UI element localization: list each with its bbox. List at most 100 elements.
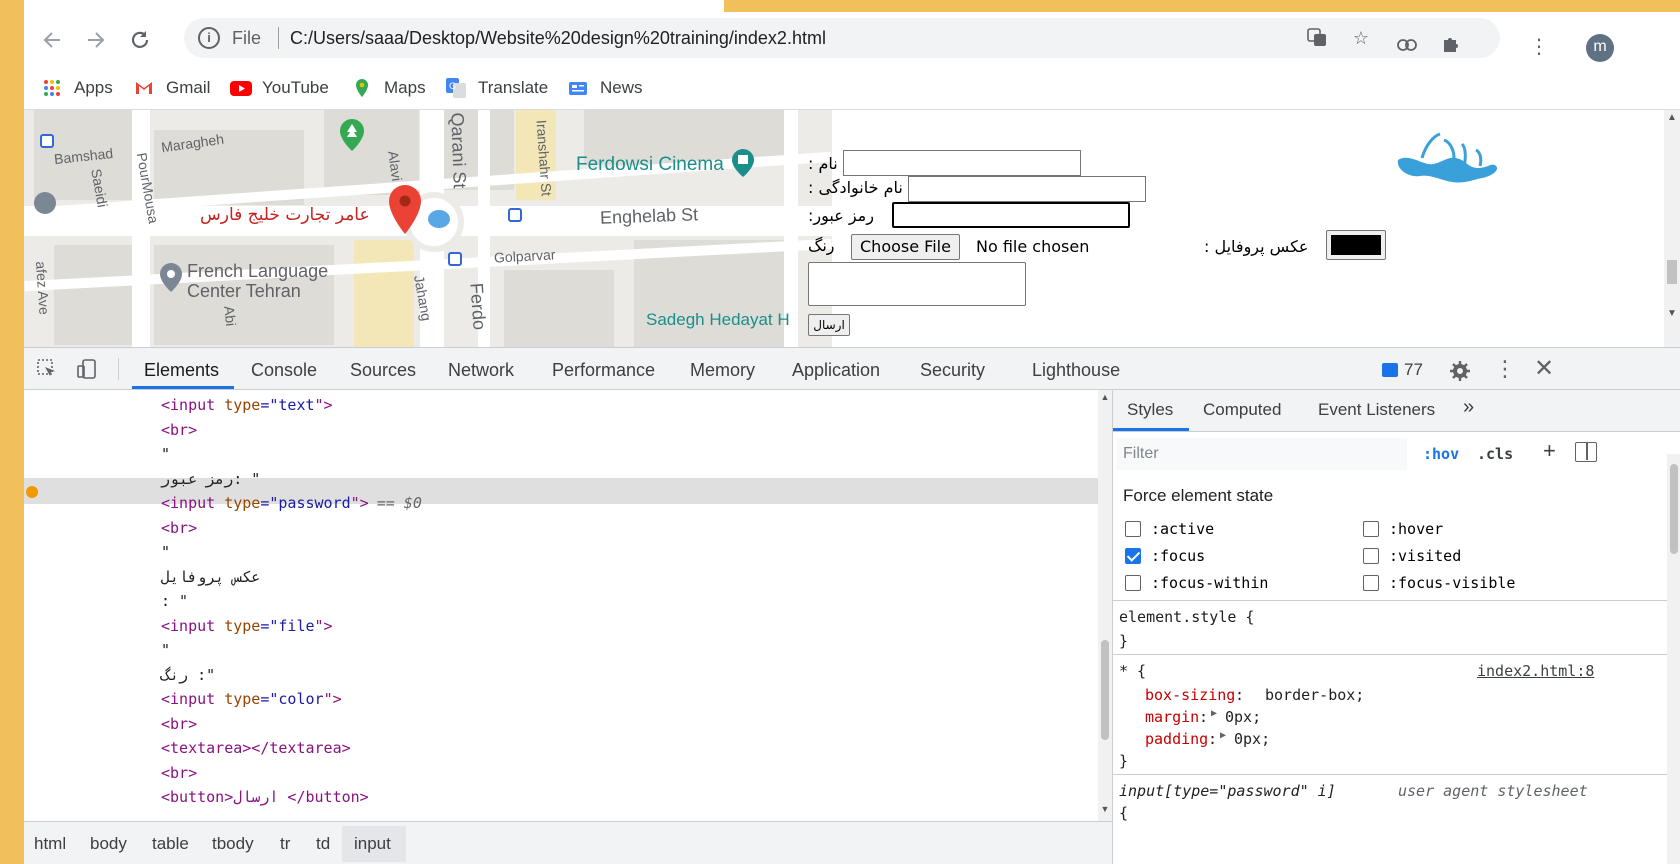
state-hover-checkbox[interactable] (1363, 521, 1379, 537)
breadcrumb-item[interactable]: body (90, 834, 127, 854)
dom-line[interactable]: " (161, 541, 170, 563)
property-value[interactable]: border-box; (1265, 686, 1364, 704)
breadcrumb-item[interactable]: table (152, 834, 189, 854)
bookmark-translate[interactable]: G Translate (446, 76, 548, 100)
bookmark-star-icon[interactable]: ☆ (1350, 27, 1372, 49)
tab-memory[interactable]: Memory (690, 360, 755, 381)
family-input[interactable] (908, 176, 1146, 202)
kebab-menu-icon[interactable]: ⋮ (1526, 34, 1552, 60)
place-marker-icon[interactable] (158, 262, 184, 299)
breadcrumb-item[interactable]: tbody (212, 834, 254, 854)
dom-line[interactable]: <br> (161, 713, 197, 735)
cls-toggle[interactable]: .cls (1477, 445, 1513, 463)
state-visited-checkbox[interactable] (1363, 548, 1379, 564)
location-pin-icon[interactable] (388, 184, 422, 241)
dom-line[interactable]: <input type="color"> (161, 688, 342, 710)
bookmark-news[interactable]: News (568, 76, 643, 100)
styles-filter[interactable]: Filter (1117, 438, 1407, 470)
tab-security[interactable]: Security (920, 360, 985, 381)
breadcrumb-item[interactable]: tr (280, 834, 290, 854)
settings-gear-icon[interactable] (1449, 360, 1471, 387)
rule-source-link[interactable]: index2.html:8 (1477, 662, 1594, 680)
color-picker[interactable] (1326, 230, 1386, 260)
page-scrollbar[interactable]: ▲ ▼ (1664, 110, 1680, 347)
issues-counter[interactable]: 77 (1382, 360, 1423, 380)
dom-line[interactable]: رمز عبور: " (161, 468, 260, 490)
tab-performance[interactable]: Performance (552, 360, 655, 381)
tab-sources[interactable]: Sources (350, 360, 416, 381)
cinema-marker-icon[interactable] (730, 148, 756, 183)
styles-scrollbar[interactable] (1667, 454, 1680, 864)
breadcrumb-item[interactable]: td (316, 834, 330, 854)
state-focus-checkbox[interactable] (1125, 548, 1141, 564)
park-marker-icon[interactable] (338, 118, 366, 157)
bookmark-youtube[interactable]: YouTube (230, 76, 329, 100)
inspect-element-icon[interactable] (36, 358, 58, 385)
profile-avatar[interactable]: m (1586, 34, 1614, 62)
dom-line[interactable]: <input type="password"> == $0 (161, 492, 422, 514)
tab-application[interactable]: Application (792, 360, 880, 381)
bookmark-maps[interactable]: Maps (352, 76, 426, 100)
tab-console[interactable]: Console (251, 360, 317, 381)
extensions-puzzle-icon[interactable] (1438, 34, 1464, 60)
extension-cloud-icon[interactable] (1394, 34, 1420, 60)
dom-line[interactable]: <input type="text"> (161, 394, 333, 416)
address-bar[interactable]: i File C:/Users/saaa/Desktop/Website%20d… (184, 18, 1500, 58)
state-focus-visible-checkbox[interactable] (1363, 575, 1379, 591)
elements-scrollbar[interactable]: ▲ ▼ (1098, 390, 1112, 821)
dom-line[interactable]: عکس پروفایل (161, 566, 260, 588)
tab-computed[interactable]: Computed (1203, 400, 1281, 420)
dom-line[interactable]: <input type="file"> (161, 615, 333, 637)
info-icon[interactable]: i (198, 27, 220, 49)
dom-line[interactable]: " (161, 639, 170, 661)
submit-button[interactable]: ارسال (808, 314, 850, 336)
translate-page-icon[interactable] (1306, 27, 1328, 49)
tab-event-listeners[interactable]: Event Listeners (1318, 400, 1435, 420)
tab-network[interactable]: Network (448, 360, 514, 381)
hov-toggle[interactable]: :hov (1423, 445, 1459, 463)
property-value[interactable]: 0px; (1225, 708, 1261, 726)
dom-line[interactable]: " (161, 443, 170, 465)
property-name[interactable]: box-sizing (1145, 686, 1235, 704)
tab-elements[interactable]: Elements (144, 360, 219, 381)
property-name[interactable]: padding (1145, 730, 1208, 748)
state-focus-within-checkbox[interactable] (1125, 575, 1141, 591)
dom-line[interactable]: <textarea></textarea> (161, 737, 351, 759)
more-tabs-icon[interactable]: » (1463, 396, 1474, 419)
property-value[interactable]: 0px; (1234, 730, 1270, 748)
active-tab[interactable] (24, 0, 724, 12)
password-input[interactable] (892, 202, 1130, 228)
back-icon[interactable] (38, 26, 66, 54)
devtools-menu-icon[interactable]: ⋮ (1494, 356, 1516, 382)
rule-selector[interactable]: * { (1119, 662, 1146, 680)
bookmark-apps[interactable]: Apps (42, 76, 113, 100)
name-input[interactable] (843, 150, 1081, 176)
dom-line[interactable]: : " (161, 590, 188, 612)
tab-styles[interactable]: Styles (1127, 400, 1173, 420)
dom-line[interactable]: رنگ :" (161, 664, 215, 686)
dom-line[interactable]: <br> (161, 762, 197, 784)
reload-icon[interactable] (126, 26, 154, 54)
property-name[interactable]: margin (1145, 708, 1199, 726)
choose-file-button[interactable]: Choose File (851, 234, 960, 260)
device-toolbar-icon[interactable] (76, 358, 98, 385)
elements-tree[interactable]: <input type="text"> <br> " رمز عبور: " <inpu… (24, 390, 1112, 821)
toggle-sidebar-icon[interactable] (1575, 442, 1597, 462)
tab-lighthouse[interactable]: Lighthouse (1032, 360, 1120, 381)
breadcrumb-item-selected[interactable]: input (354, 834, 391, 854)
add-rule-icon[interactable]: + (1543, 438, 1556, 464)
expand-triangle-icon[interactable]: ▶ (1220, 730, 1226, 741)
textarea-input[interactable] (808, 262, 1026, 306)
close-devtools-icon[interactable]: ✕ (1534, 354, 1554, 383)
url-text[interactable]: C:/Users/saaa/Desktop/Website%20design%2… (290, 28, 826, 49)
breadcrumb-item[interactable]: html (34, 834, 66, 854)
bookmark-gmail[interactable]: Gmail (134, 76, 210, 100)
ua-rule-selector[interactable]: input[type="password" i] (1119, 782, 1336, 800)
embedded-map[interactable]: Maragheh Bamshad PourMousa Saeidi Alavi … (24, 110, 832, 347)
dom-line[interactable]: <br> (161, 517, 197, 539)
state-active-checkbox[interactable] (1125, 521, 1141, 537)
expand-triangle-icon[interactable]: ▶ (1211, 708, 1217, 719)
dom-line[interactable]: <br> (161, 419, 197, 441)
dom-line[interactable]: <button>ارسال </button> (161, 786, 369, 808)
forward-icon[interactable] (82, 26, 110, 54)
